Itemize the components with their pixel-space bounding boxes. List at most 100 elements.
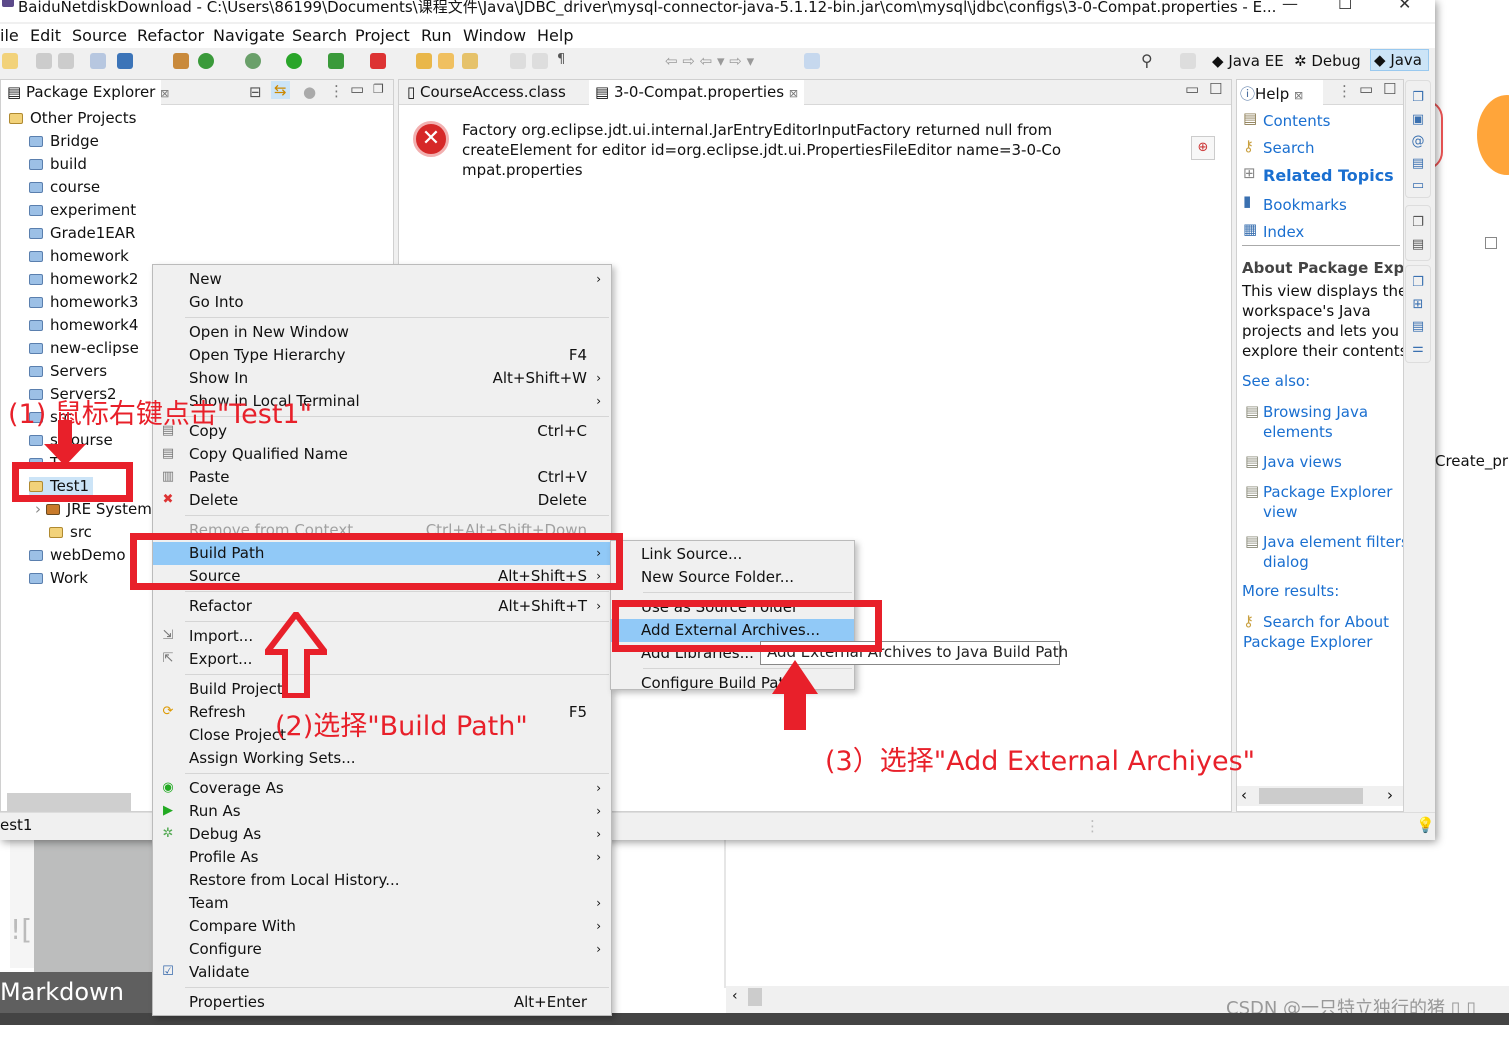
- tree-item[interactable]: Servers: [29, 362, 107, 380]
- tree-item[interactable]: homework4: [29, 316, 138, 334]
- menu-item-coverage-as[interactable]: ◉ Coverage As ›: [153, 777, 611, 800]
- menu-item-restore-from-local-history[interactable]: Restore from Local History...: [153, 869, 611, 892]
- open-type-icon[interactable]: [416, 53, 432, 69]
- save-icon[interactable]: [36, 53, 52, 69]
- menu-item-open-type-hierarchy[interactable]: Open Type Hierarchy F4: [153, 344, 611, 367]
- menu-item-export[interactable]: ⇱ Export...: [153, 648, 611, 671]
- link-editor-icon[interactable]: ⇆: [271, 81, 290, 99]
- help-index-link[interactable]: Index: [1263, 223, 1304, 241]
- perspective-java[interactable]: ◆ Java: [1370, 49, 1429, 71]
- see-also-link[interactable]: Package Explorer view: [1263, 482, 1403, 522]
- perspective-switch-icon[interactable]: [1180, 53, 1196, 69]
- menu-window[interactable]: Window: [463, 26, 526, 45]
- menu-item-copy-qualified-name[interactable]: ▤ Copy Qualified Name: [153, 443, 611, 466]
- tree-working-set[interactable]: Other Projects: [9, 109, 137, 127]
- help-bookmarks-link[interactable]: Bookmarks: [1263, 196, 1347, 214]
- menu-item-run-as[interactable]: ▶ Run As ›: [153, 800, 611, 823]
- tree-item[interactable]: homework3: [29, 293, 138, 311]
- menu-navigate[interactable]: Navigate: [213, 26, 285, 45]
- menu-file[interactable]: ile: [0, 26, 19, 45]
- perspective-debug[interactable]: ✲ Debug: [1294, 52, 1361, 70]
- run-icon[interactable]: [286, 53, 302, 69]
- external-tools-icon[interactable]: [370, 53, 386, 69]
- maximize-button[interactable]: ☐: [1338, 0, 1352, 13]
- menu-item-assign-working-sets[interactable]: Assign Working Sets...: [153, 747, 611, 770]
- tab-compat-properties[interactable]: ▤ 3-0-Compat.properties ⊠: [589, 80, 805, 105]
- menu-item-import[interactable]: ⇲ Import...: [153, 625, 611, 648]
- menu-source[interactable]: Source: [72, 26, 127, 45]
- menu-edit[interactable]: Edit: [30, 26, 61, 45]
- menu-item-validate[interactable]: ☑ Validate: [153, 961, 611, 984]
- save-all-icon[interactable]: [58, 53, 74, 69]
- search-icon[interactable]: ⚲: [1141, 51, 1153, 70]
- minimize-editor-icon[interactable]: ▭: [1185, 80, 1199, 98]
- tree-item[interactable]: homework2: [29, 270, 138, 288]
- minimize-view-icon[interactable]: ▭: [350, 80, 364, 98]
- pilcrow-icon[interactable]: ¶: [557, 52, 565, 67]
- menu-item-team[interactable]: Team ›: [153, 892, 611, 915]
- menu-item-properties[interactable]: Properties Alt+Enter: [153, 991, 611, 1014]
- menu-item-new[interactable]: New ›: [153, 268, 611, 291]
- more-results-link[interactable]: Search for About Package Explorer: [1243, 612, 1403, 652]
- menu-item-show-in[interactable]: Show In Alt+Shift+W ›: [153, 367, 611, 390]
- tree-item[interactable]: webDemo: [29, 546, 126, 564]
- maximize-editor-icon[interactable]: ☐: [1209, 80, 1222, 98]
- maximize-view-icon[interactable]: ❐: [373, 82, 384, 96]
- menu-item-profile-as[interactable]: Profile As ›: [153, 846, 611, 869]
- details-button[interactable]: ⊕: [1191, 136, 1215, 160]
- menu-item-paste[interactable]: ▥ Paste Ctrl+V: [153, 466, 611, 489]
- package-icon[interactable]: [173, 53, 189, 69]
- tree-item[interactable]: build: [29, 155, 87, 173]
- minimize-button[interactable]: —: [1282, 0, 1298, 13]
- help-contents-link[interactable]: Contents: [1263, 112, 1330, 130]
- menu-item-open-in-new-window[interactable]: Open in New Window: [153, 321, 611, 344]
- menu-project[interactable]: Project: [355, 26, 410, 45]
- tree-item[interactable]: homework: [29, 247, 129, 265]
- debug-icon[interactable]: [245, 53, 261, 69]
- menu-item-go-into[interactable]: Go Into: [153, 291, 611, 314]
- tree-item[interactable]: Bridge: [29, 132, 99, 150]
- minimize-view-icon[interactable]: ▭: [1359, 80, 1373, 98]
- filter-icon[interactable]: ●: [303, 83, 316, 101]
- menu-search[interactable]: Search: [292, 26, 347, 45]
- tree-item[interactable]: course: [29, 178, 100, 196]
- new-class-icon[interactable]: [198, 53, 214, 69]
- tree-item[interactable]: experiment: [29, 201, 136, 219]
- tree-item[interactable]: src: [49, 523, 92, 541]
- console-icon[interactable]: [117, 53, 133, 69]
- tree-item[interactable]: › JRE System: [35, 500, 152, 518]
- help-search-link[interactable]: Search: [1263, 139, 1315, 157]
- menu-refactor[interactable]: Refactor: [137, 26, 204, 45]
- trim-icons[interactable]: ❐ ▣ @ ▤ ▭: [1406, 81, 1430, 197]
- tree-item[interactable]: new-eclipse: [29, 339, 139, 357]
- menu-item-delete[interactable]: ✖ Delete Delete: [153, 489, 611, 512]
- close-tab-icon[interactable]: ⊠: [160, 87, 169, 100]
- tab-help[interactable]: ⓘHelp ⊠: [1237, 80, 1323, 105]
- new-icon[interactable]: [2, 53, 18, 69]
- open-folder-icon[interactable]: [438, 53, 454, 69]
- menu-item-link-source[interactable]: Link Source...: [611, 543, 854, 566]
- nav-icon[interactable]: [510, 53, 526, 69]
- close-button[interactable]: ✕: [1398, 0, 1411, 13]
- tab-courseaccess-class[interactable]: ▯ CourseAccess.class: [401, 80, 572, 105]
- help-related-topics-link[interactable]: Related Topics: [1263, 166, 1394, 185]
- nav-icon-2[interactable]: [532, 53, 548, 69]
- help-scrollbar[interactable]: ‹ ›: [1237, 786, 1403, 806]
- view-menu-icon[interactable]: ⋮: [329, 82, 344, 100]
- menu-run[interactable]: Run: [421, 26, 452, 45]
- tree-item[interactable]: Work: [29, 569, 88, 587]
- checkbox[interactable]: [1485, 237, 1497, 249]
- open-perspective-icon[interactable]: [804, 53, 820, 69]
- lightbulb-icon[interactable]: 💡: [1416, 816, 1435, 834]
- see-also-link[interactable]: Java element filters dialog: [1263, 532, 1403, 572]
- coverage-icon[interactable]: [328, 53, 344, 69]
- menu-help[interactable]: Help: [537, 26, 573, 45]
- trim-icons[interactable]: ❐ ▤: [1406, 206, 1430, 256]
- menu-item-debug-as[interactable]: ✲ Debug As ›: [153, 823, 611, 846]
- collapse-all-icon[interactable]: ⊟: [249, 83, 262, 101]
- see-also-link[interactable]: Browsing Java elements: [1263, 402, 1403, 442]
- binary-icon[interactable]: [90, 53, 106, 69]
- perspective-java-ee[interactable]: ◆ Java EE: [1212, 52, 1284, 70]
- menu-item-compare-with[interactable]: Compare With ›: [153, 915, 611, 938]
- menu-item-new-source-folder[interactable]: New Source Folder...: [611, 566, 854, 589]
